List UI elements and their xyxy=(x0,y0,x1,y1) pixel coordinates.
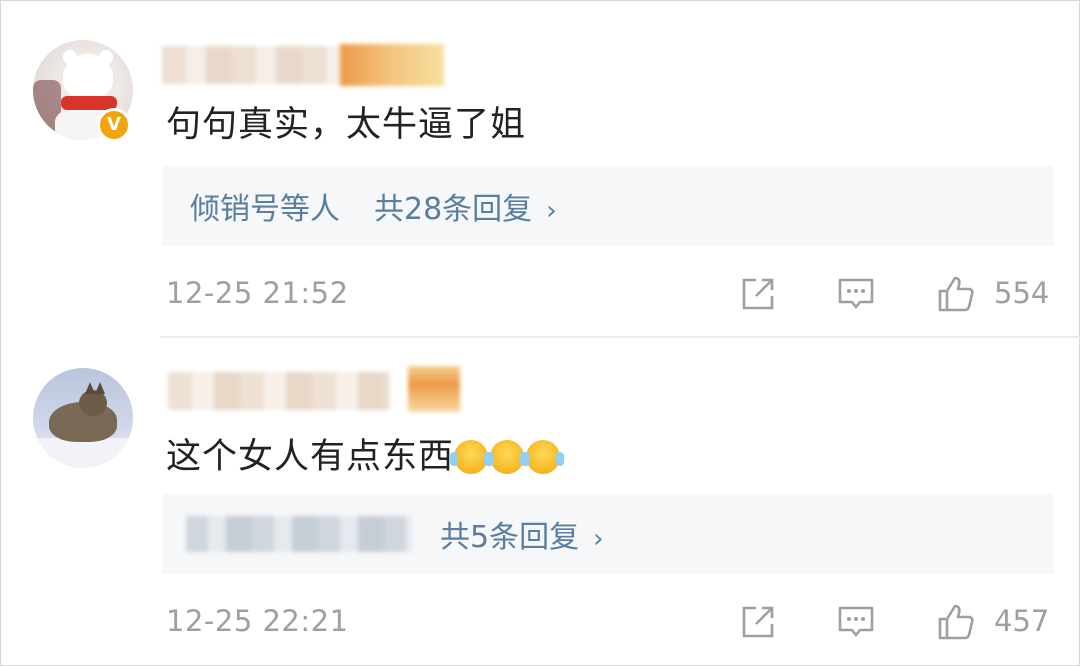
username-blurred[interactable] xyxy=(168,372,390,410)
reply-names[interactable]: 倾销号等人 xyxy=(190,184,340,228)
reply-count-link[interactable]: 共5条回复 › xyxy=(440,512,604,556)
thumbs-up-icon[interactable] xyxy=(936,274,976,314)
reply-count-label: 共28条回复 xyxy=(374,192,533,227)
username-blurred[interactable] xyxy=(162,46,342,84)
comment-footer: 12-25 21:52 554 xyxy=(0,270,1080,320)
comment-text: 这个女人有点东西 xyxy=(166,428,565,479)
comment-icon[interactable] xyxy=(836,274,876,314)
replies-preview[interactable]: 倾销号等人 共28条回复 › xyxy=(162,166,1054,246)
member-badge-blurred xyxy=(408,366,460,412)
crying-laughing-emoji-icon xyxy=(522,440,565,474)
crying-laughing-emoji-icon xyxy=(486,440,529,474)
share-icon[interactable] xyxy=(738,602,778,642)
like-count: 457 xyxy=(994,604,1050,638)
thumbs-up-icon[interactable] xyxy=(936,602,976,642)
chevron-right-icon: › xyxy=(593,524,604,554)
reply-names-blurred[interactable] xyxy=(186,516,412,552)
timestamp: 12-25 21:52 xyxy=(166,276,349,310)
replies-preview[interactable]: 共5条回复 › xyxy=(162,494,1054,574)
comment-text: 句句真实，太牛逼了姐 xyxy=(166,105,527,145)
chevron-right-icon: › xyxy=(546,196,557,226)
timestamp: 12-25 22:21 xyxy=(166,604,349,638)
verified-badge-icon: V xyxy=(97,108,131,142)
comment-footer: 12-25 22:21 457 xyxy=(0,598,1080,648)
comment-icon[interactable] xyxy=(836,602,876,642)
user-avatar[interactable] xyxy=(33,368,133,468)
share-icon[interactable] xyxy=(738,274,778,314)
reply-count-label: 共5条回复 xyxy=(440,520,580,555)
like-count: 554 xyxy=(994,276,1050,310)
comment-text-body: 这个女人有点东西 xyxy=(166,437,455,477)
crying-laughing-emoji-icon xyxy=(450,440,493,474)
member-badge-blurred xyxy=(340,44,444,86)
reply-count-link[interactable]: 共28条回复 › xyxy=(374,184,557,228)
